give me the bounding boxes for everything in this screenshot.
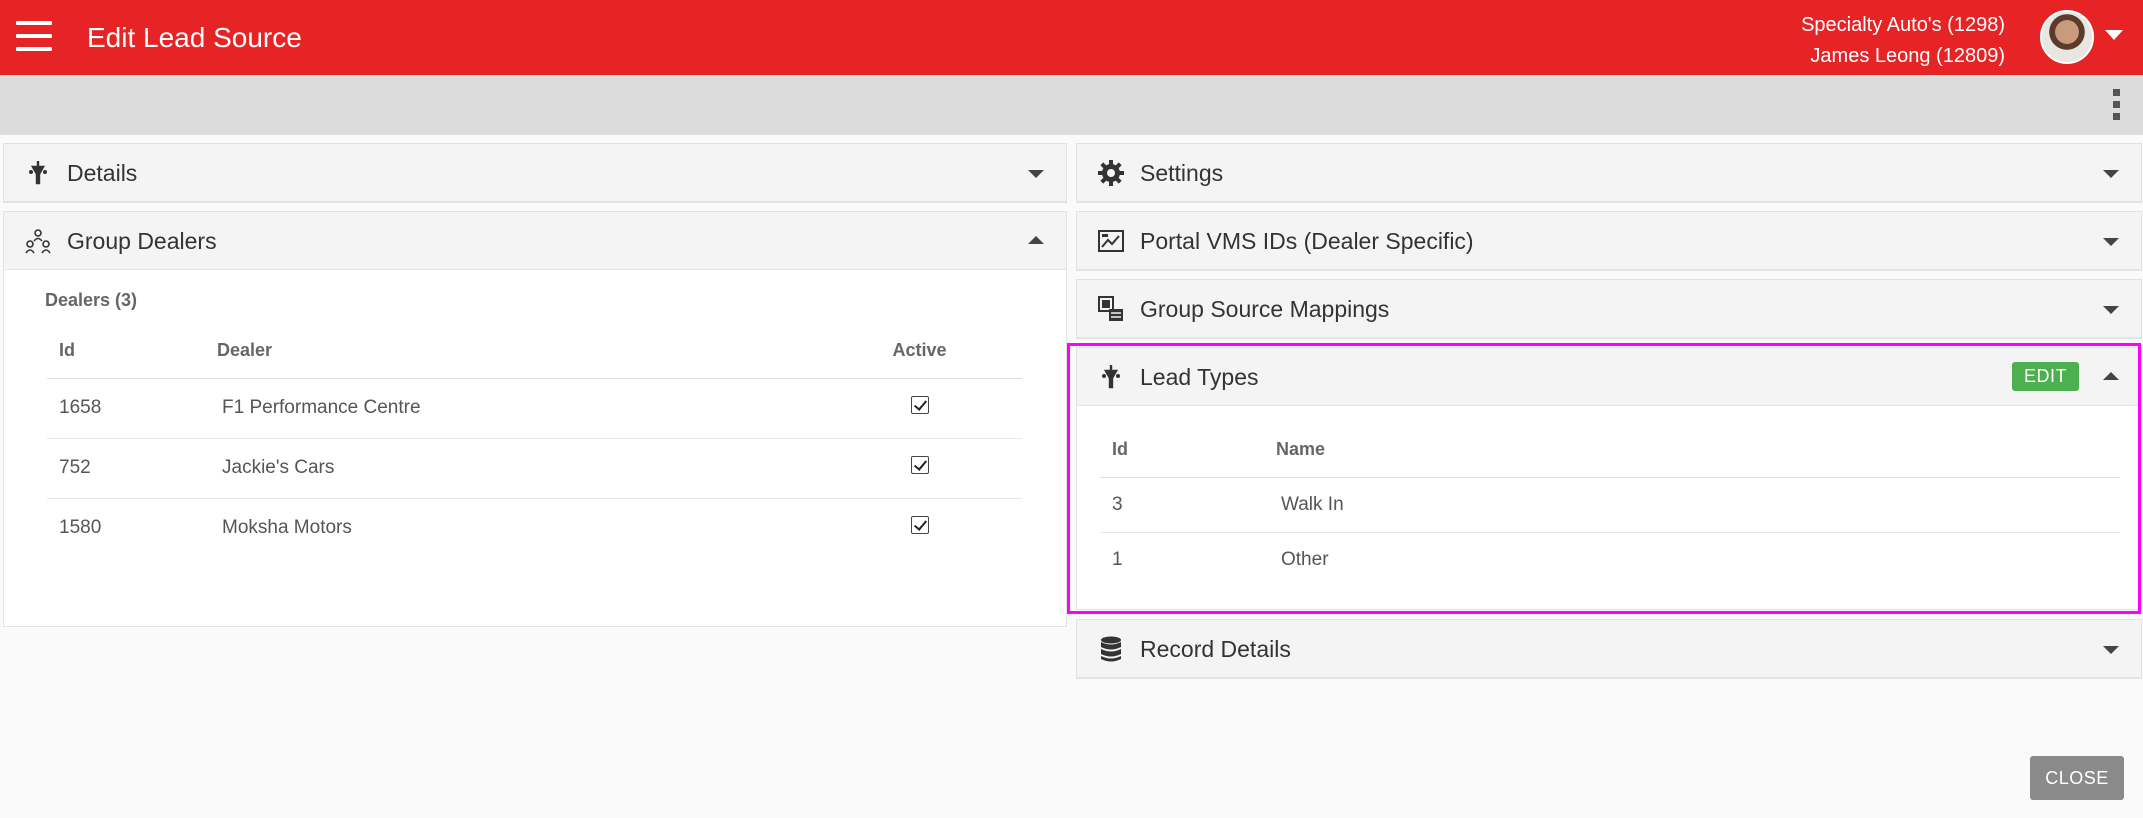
record-details-panel: Record Details	[1076, 619, 2142, 679]
table-row[interactable]: 1580 Moksha Motors	[47, 498, 1022, 558]
image-chart-icon	[1098, 230, 1124, 252]
column-header-active: Active	[805, 323, 1022, 379]
lead-type-id: 3	[1100, 477, 1264, 533]
active-checkbox[interactable]	[910, 516, 929, 535]
group-dealers-panel-header[interactable]: Group Dealers	[4, 212, 1066, 270]
lead-type-name: Other	[1281, 548, 1329, 570]
chevron-down-icon[interactable]	[1028, 170, 1044, 178]
settings-title: Settings	[1140, 160, 1224, 186]
settings-panel: Settings	[1076, 143, 2142, 203]
funnel-icon	[29, 161, 47, 185]
hamburger-menu-icon[interactable]	[16, 21, 52, 51]
avatar[interactable]	[2040, 10, 2094, 64]
details-panel-header[interactable]: Details	[4, 144, 1066, 202]
user-info: Specialty Auto's (1298) James Leong (128…	[1801, 10, 2005, 72]
lead-type-name: Walk In	[1264, 477, 2120, 533]
page-title: Edit Lead Source	[87, 22, 302, 53]
active-checkbox[interactable]	[910, 456, 929, 474]
table-header-row: Id Name	[1100, 422, 2120, 478]
group-icon	[25, 229, 51, 254]
user-name: James Leong (12809)	[1810, 45, 2005, 67]
toolbar	[0, 75, 2143, 135]
group-source-mappings-panel-header[interactable]: Group Source Mappings	[1077, 280, 2141, 338]
dealer-name: Jackie's Cars	[205, 438, 805, 499]
record-details-panel-header[interactable]: Record Details	[1077, 620, 2141, 678]
group-dealers-title: Group Dealers	[67, 228, 217, 254]
record-details-title: Record Details	[1140, 636, 1291, 662]
column-header-id: Id	[1100, 422, 1264, 478]
dealer-name: Moksha Motors	[222, 517, 352, 539]
lead-types-title: Lead Types	[1140, 364, 1259, 390]
active-checkbox[interactable]	[910, 396, 929, 414]
lead-types-panel-header[interactable]: Lead Types EDIT	[1077, 348, 2141, 406]
table-row[interactable]: 3 Walk In	[1100, 477, 2120, 533]
gear-icon	[1098, 160, 1124, 186]
portal-vms-panel: Portal VMS IDs (Dealer Specific)	[1076, 211, 2142, 271]
portal-vms-title: Portal VMS IDs (Dealer Specific)	[1140, 228, 1474, 254]
chevron-down-icon[interactable]	[2103, 170, 2119, 178]
chevron-down-icon[interactable]	[2103, 306, 2119, 314]
group-source-mappings-panel: Group Source Mappings	[1076, 279, 2142, 339]
portal-vms-panel-header[interactable]: Portal VMS IDs (Dealer Specific)	[1077, 212, 2141, 270]
chevron-down-icon[interactable]	[2103, 238, 2119, 246]
dealer-id: 752	[47, 438, 205, 499]
table-row[interactable]: 1658 F1 Performance Centre	[47, 378, 1022, 439]
user-menu-caret-icon[interactable]	[2105, 30, 2123, 40]
details-panel: Details	[3, 143, 1067, 203]
details-title: Details	[67, 160, 138, 186]
dealer-name: F1 Performance Centre	[205, 378, 805, 439]
table-row[interactable]: 1 Other	[1100, 532, 2120, 587]
mapping-icon	[1098, 296, 1123, 321]
more-options-icon[interactable]	[2113, 89, 2121, 123]
chevron-up-icon[interactable]	[2103, 372, 2119, 380]
chevron-up-icon[interactable]	[1028, 236, 1044, 244]
column-header-dealer: Dealer	[205, 323, 805, 379]
dealers-table: Id Dealer Active 1658 F1 Performance Cen…	[47, 323, 1022, 558]
settings-panel-header[interactable]: Settings	[1077, 144, 2141, 202]
dealer-name: Specialty Auto's (1298)	[1801, 14, 2005, 36]
dealers-count-label: Dealers (3)	[45, 290, 138, 310]
dealer-id: 1658	[47, 378, 205, 439]
column-header-id: Id	[47, 323, 205, 379]
dealer-id: 1580	[59, 517, 102, 539]
database-icon	[1101, 636, 1121, 662]
table-row[interactable]: 752 Jackie's Cars	[47, 438, 1022, 499]
top-app-bar: Edit Lead Source Specialty Auto's (1298)…	[0, 0, 2143, 75]
chevron-down-icon[interactable]	[2103, 646, 2119, 654]
lead-types-table: Id Name 3 Walk In 1 Other	[1100, 422, 2120, 587]
funnel-icon	[1102, 365, 1120, 389]
group-source-mappings-title: Group Source Mappings	[1140, 296, 1390, 322]
lead-type-id: 1	[1112, 548, 1123, 570]
close-button[interactable]: CLOSE	[2030, 756, 2124, 800]
table-header-row: Id Dealer Active	[47, 323, 1022, 379]
column-header-name: Name	[1264, 422, 2120, 478]
edit-button[interactable]: EDIT	[2011, 362, 2079, 391]
